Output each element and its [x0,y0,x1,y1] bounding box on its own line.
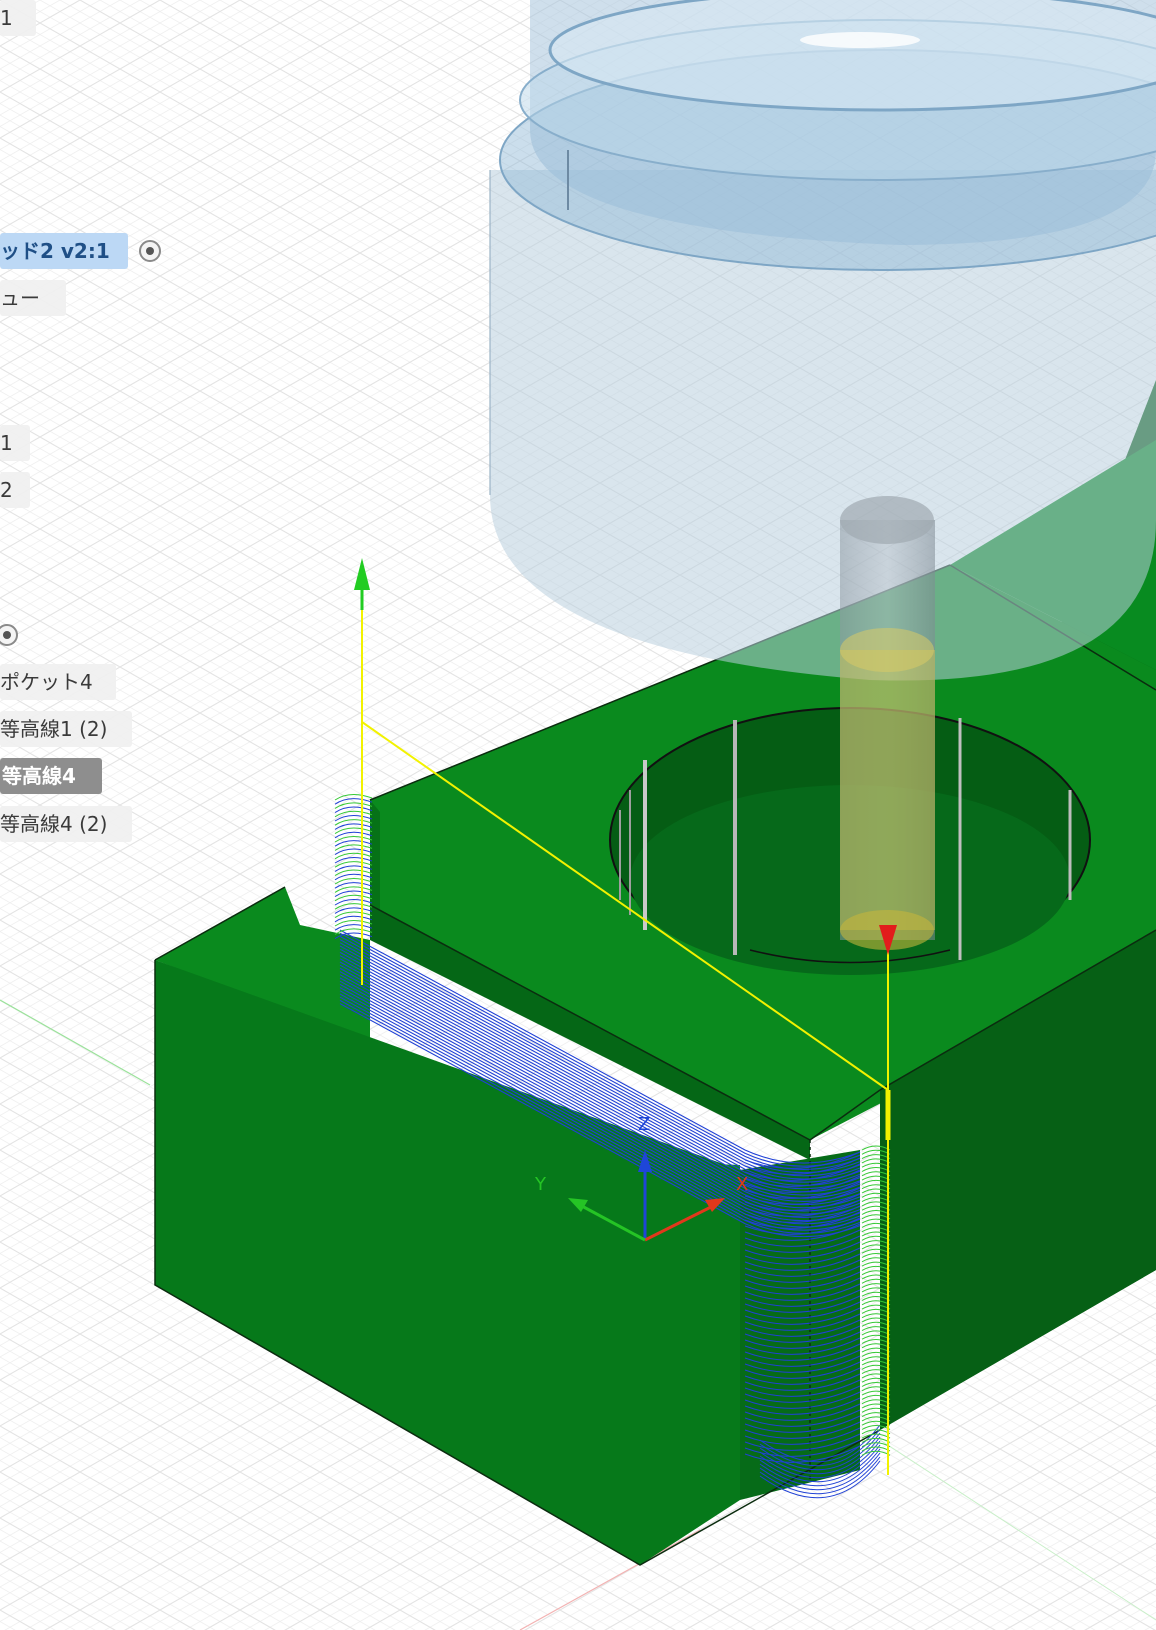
tool-holder [489,0,1156,681]
wcs-axis-y-label: Y [534,1174,547,1195]
browser-view-item[interactable]: ュー [0,280,66,316]
browser-top-fragment[interactable]: 1 [0,0,36,36]
component-radio-button[interactable] [139,240,161,262]
operation-contour4-2[interactable]: 等高線4 (2) [0,806,132,842]
wcs-axis-x-label: X [736,1174,748,1195]
3d-viewport[interactable]: Z X Y [0,0,1156,1630]
operation-contour4-active[interactable]: 等高線4 [0,758,102,794]
wcs-axis-z-label: Z [638,1114,650,1135]
operation-contour1-2[interactable]: 等高線1 (2) [0,711,132,747]
browser-item-2[interactable]: 2 [0,472,30,508]
browser-item-1[interactable]: 1 [0,425,30,461]
operation-pocket4[interactable]: ポケット4 [0,664,116,700]
tool-shank [840,496,935,950]
browser-component-selected[interactable]: ッド2 v2:1 [0,233,128,269]
